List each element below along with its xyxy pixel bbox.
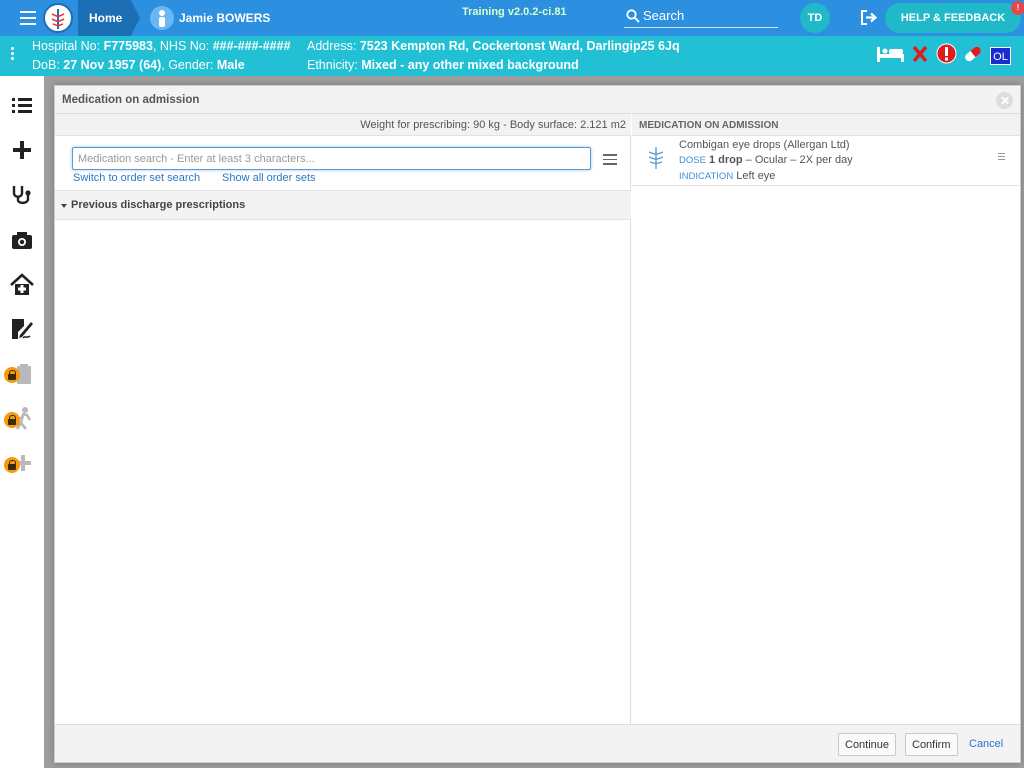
nhs-no-value: ###-###-#### [212, 39, 291, 53]
gender-label: , Gender: [161, 58, 214, 72]
sidebar-locked-item-2[interactable] [4, 406, 35, 432]
top-bar: Home Jamie BOWERS Training v2.0.2-ci.81 … [0, 0, 1024, 36]
modal-footer: Continue Confirm Cancel [55, 724, 1020, 762]
hamburger-menu-icon[interactable] [20, 11, 36, 25]
breadcrumb-home[interactable]: Home [78, 0, 140, 36]
app-logo[interactable] [43, 3, 73, 33]
add-icon[interactable] [9, 137, 35, 163]
stethoscope-icon[interactable] [9, 182, 35, 208]
medication-dose: DOSE 1 drop – Ocular – 2X per day [679, 154, 853, 166]
medication-search-input[interactable] [72, 147, 591, 170]
breadcrumb-home-label: Home [89, 11, 123, 25]
help-notification-badge: ! [1011, 1, 1024, 15]
weight-info-bar: Weight for prescribing: 90 kg - Body sur… [55, 114, 631, 136]
sidebar-locked-item-3[interactable] [4, 451, 35, 477]
ethnicity-line: Ethnicity: Mixed - any other mixed backg… [307, 58, 579, 72]
patient-name[interactable]: Jamie BOWERS [179, 11, 270, 25]
medication-on-admission-modal: Medication on admission Weight for presc… [54, 85, 1021, 763]
continue-button[interactable]: Continue [838, 733, 897, 756]
search-label: Search [643, 8, 685, 23]
search-options-menu-icon[interactable] [603, 154, 617, 168]
dob-label: DoB: [32, 58, 60, 72]
lock-icon [4, 457, 20, 473]
patient-icon [150, 6, 174, 30]
home-medical-icon[interactable] [9, 272, 35, 298]
indication-value: Left eye [736, 170, 776, 182]
medication-pill-icon[interactable] [962, 44, 984, 64]
left-sidebar [0, 76, 44, 768]
sidebar-locked-item-1[interactable] [4, 361, 35, 387]
close-icon[interactable] [996, 92, 1013, 109]
indication-tag: INDICATION [679, 171, 734, 182]
nhs-no-label: , NHS No: [152, 39, 210, 53]
address-label: Address: [307, 39, 357, 53]
ol-badge[interactable]: OL [990, 47, 1011, 65]
gender-value: Male [216, 58, 245, 72]
caduceus-icon [51, 9, 65, 29]
more-vertical-icon[interactable] [11, 47, 15, 62]
previous-discharge-section[interactable]: Previous discharge prescriptions [55, 190, 631, 220]
confirm-button[interactable]: Confirm [905, 733, 958, 756]
lock-icon [4, 367, 20, 383]
no-allergy-x-icon[interactable] [912, 45, 928, 63]
logout-icon[interactable] [860, 9, 879, 26]
hospital-nhs-line: Hospital No: F775983, NHS No: ###-###-##… [32, 39, 291, 53]
search-icon [626, 9, 640, 23]
patient-banner: Hospital No: F775983, NHS No: ###-###-##… [0, 36, 1024, 76]
medication-list-item[interactable]: Combigan eye drops (Allergan Ltd) DOSE 1… [632, 136, 1020, 186]
address-line: Address: 7523 Kempton Rd, Cockertonst Wa… [307, 39, 680, 53]
cancel-link[interactable]: Cancel [969, 738, 1003, 750]
weight-info: Weight for prescribing: 90 kg - Body sur… [360, 119, 626, 131]
show-all-order-sets-link[interactable]: Show all order sets [222, 172, 316, 184]
list-icon[interactable] [9, 92, 35, 118]
signature-icon[interactable] [9, 316, 35, 342]
caduceus-icon [648, 147, 664, 169]
medication-search-pane: Weight for prescribing: 90 kg - Body sur… [55, 114, 631, 724]
ethnicity-label: Ethnicity: [307, 58, 358, 72]
ethnicity-value: Mixed - any other mixed background [361, 58, 579, 72]
version-label: Training v2.0.2-ci.81 [462, 6, 567, 18]
hospital-no-label: Hospital No: [32, 39, 101, 53]
moa-header: MEDICATION ON ADMISSION [632, 114, 1020, 136]
modal-header: Medication on admission [55, 86, 1020, 114]
user-avatar[interactable]: TD [800, 3, 830, 33]
help-feedback-button[interactable]: HELP & FEEDBACK [885, 3, 1021, 33]
medication-on-admission-pane: MEDICATION ON ADMISSION Combigan eye dro… [632, 114, 1020, 724]
switch-order-set-link[interactable]: Switch to order set search [73, 172, 200, 184]
medication-item-menu-icon[interactable] [998, 153, 1005, 162]
hospital-no-value: F775983 [103, 39, 153, 53]
alert-exclamation-icon[interactable] [936, 43, 957, 64]
address-value: 7523 Kempton Rd, Cockertonst Ward, Darli… [359, 39, 680, 53]
global-search[interactable]: Search [624, 5, 778, 28]
dose-tag: DOSE [679, 155, 706, 166]
lock-icon [4, 412, 20, 428]
dose-value: 1 drop [709, 154, 743, 166]
dob-gender-line: DoB: 27 Nov 1957 (64), Gender: Male [32, 58, 245, 72]
dob-value: 27 Nov 1957 (64) [63, 58, 162, 72]
medication-name: Combigan eye drops (Allergan Ltd) [679, 139, 850, 151]
moa-header-label: MEDICATION ON ADMISSION [639, 120, 779, 131]
camera-icon[interactable] [9, 227, 35, 253]
bed-icon[interactable] [876, 44, 906, 64]
previous-discharge-label: Previous discharge prescriptions [71, 199, 246, 211]
dose-details: – Ocular – 2X per day [742, 154, 853, 166]
caret-down-icon [61, 204, 67, 208]
modal-title: Medication on admission [62, 94, 200, 106]
medication-indication: INDICATION Left eye [679, 170, 775, 182]
